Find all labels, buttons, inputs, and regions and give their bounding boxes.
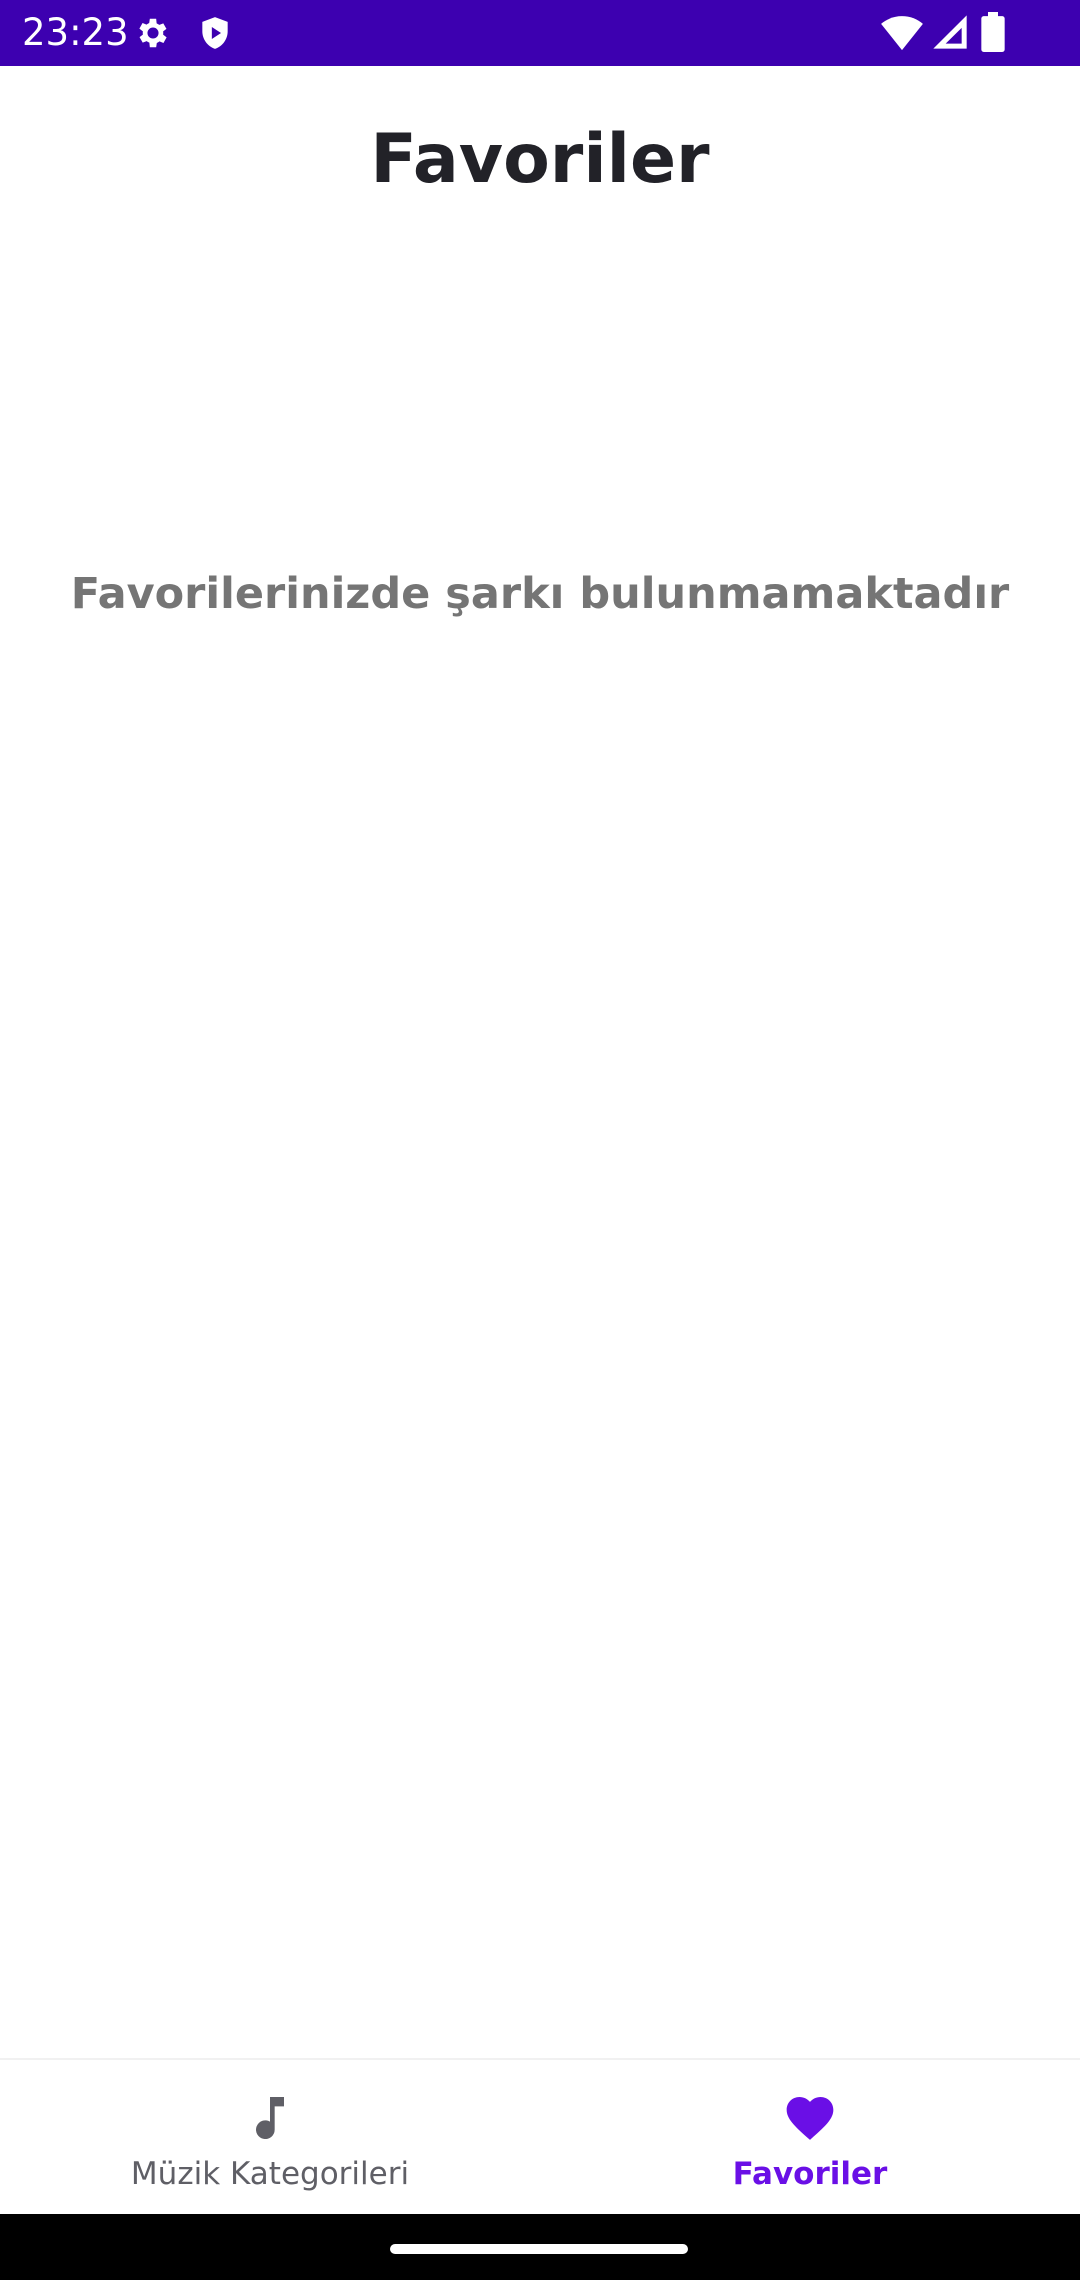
status-bar: 23:23 xyxy=(0,0,1080,66)
favorites-screen: 23:23 Favoriler Favorilerinizde şarkı bu… xyxy=(0,0,1080,2280)
shield-play-icon xyxy=(196,14,234,52)
status-time: 23:23 xyxy=(22,11,129,54)
gear-icon xyxy=(134,14,172,52)
empty-state-message: Favorilerinizde şarkı bulunmamaktadır xyxy=(70,569,1010,619)
wifi-icon xyxy=(880,12,924,52)
nav-item-music-categories[interactable]: Müzik Kategorileri xyxy=(0,2060,540,2214)
battery-icon xyxy=(980,12,1006,52)
bottom-navigation: Müzik Kategorileri Favoriler xyxy=(0,2058,1080,2214)
music-note-icon xyxy=(242,2090,298,2146)
page-title: Favoriler xyxy=(370,120,710,199)
heart-icon xyxy=(782,2090,838,2146)
nav-item-favorites[interactable]: Favoriler xyxy=(540,2060,1080,2214)
nav-label-music-categories: Müzik Kategorileri xyxy=(130,2156,410,2192)
nav-label-favorites: Favoriler xyxy=(732,2156,888,2192)
home-gesture-handle[interactable] xyxy=(390,2244,688,2254)
system-navigation-bar xyxy=(0,2214,1080,2280)
signal-icon xyxy=(930,12,970,52)
